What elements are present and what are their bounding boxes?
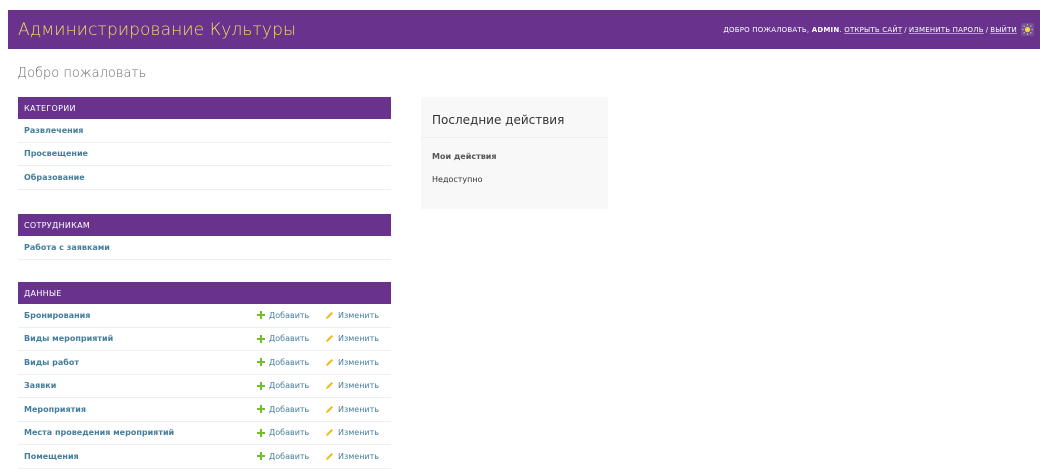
model-link[interactable]: Образование xyxy=(24,173,385,182)
module-caption[interactable]: Данные xyxy=(18,282,391,304)
table-row: Просвещение xyxy=(18,143,391,166)
table-row: Виды мероприятий Добавить Изменить xyxy=(18,328,391,351)
add-label: Добавить xyxy=(269,310,310,320)
plus-icon xyxy=(257,381,265,390)
change-label: Изменить xyxy=(338,357,379,367)
table-row: Виды работ Добавить Изменить xyxy=(18,351,391,375)
change-link[interactable]: Изменить xyxy=(325,405,385,414)
add-label: Добавить xyxy=(269,357,310,367)
module-caption[interactable]: Категории xyxy=(18,97,391,119)
change-label: Изменить xyxy=(338,310,379,320)
model-link[interactable]: Развлечения xyxy=(24,126,385,135)
add-label: Добавить xyxy=(269,381,310,391)
logout-link[interactable]: Выйти xyxy=(990,26,1017,34)
model-link[interactable]: Работа с заявками xyxy=(24,243,385,252)
change-label: Изменить xyxy=(338,381,379,391)
plus-icon xyxy=(257,358,265,367)
welcome-text: Добро пожаловать, xyxy=(723,25,810,34)
pencil-icon xyxy=(326,311,333,319)
table-row: Помещения Добавить Изменить xyxy=(18,445,391,469)
plus-icon xyxy=(257,428,265,437)
table-row: Бронирования Добавить Изменить xyxy=(18,304,391,328)
pencil-icon xyxy=(326,358,333,366)
add-label: Добавить xyxy=(269,404,310,414)
model-link[interactable]: Помещения xyxy=(24,452,257,461)
add-link[interactable]: Добавить xyxy=(257,452,325,461)
model-link[interactable]: Мероприятия xyxy=(24,405,257,414)
pencil-icon xyxy=(326,335,333,343)
pencil-icon xyxy=(326,405,333,413)
add-label: Добавить xyxy=(269,428,310,438)
table-row: Заявки Добавить Изменить xyxy=(18,375,391,398)
username: admin xyxy=(811,25,840,34)
module-caption[interactable]: Сотрудникам xyxy=(18,214,391,236)
no-actions-text: Недоступно xyxy=(432,175,483,184)
add-label: Добавить xyxy=(269,451,310,461)
module-staff: Сотрудникам Работа с заявками xyxy=(18,214,391,260)
change-link[interactable]: Изменить xyxy=(325,381,385,390)
plus-icon xyxy=(257,334,265,343)
model-link[interactable]: Места проведения мероприятий xyxy=(24,428,257,437)
table-row: Образование xyxy=(18,166,391,190)
page-title: Добро пожаловать xyxy=(17,66,147,81)
change-link[interactable]: Изменить xyxy=(325,311,385,320)
add-link[interactable]: Добавить xyxy=(257,334,325,343)
table-row: Развлечения xyxy=(18,119,391,143)
module-categories: Категории Развлечения Просвещение Образо… xyxy=(18,97,391,190)
model-link[interactable]: Виды мероприятий xyxy=(24,334,257,343)
add-link[interactable]: Добавить xyxy=(257,358,325,367)
module-data: Данные Бронирования Добавить Изменить Ви… xyxy=(18,282,391,469)
model-link[interactable]: Бронирования xyxy=(24,311,257,320)
add-label: Добавить xyxy=(269,334,310,344)
plus-icon xyxy=(257,452,265,461)
table-row: Места проведения мероприятий Добавить Из… xyxy=(18,422,391,445)
change-password-link[interactable]: Изменить пароль xyxy=(909,26,984,34)
theme-toggle-icon[interactable] xyxy=(1021,23,1034,36)
plus-icon xyxy=(257,405,265,414)
model-link[interactable]: Просвещение xyxy=(24,149,385,158)
model-link[interactable]: Заявки xyxy=(24,381,257,390)
pencil-icon xyxy=(326,382,333,390)
change-label: Изменить xyxy=(338,404,379,414)
change-link[interactable]: Изменить xyxy=(325,358,385,367)
user-tools: Добро пожаловать, admin. Открыть сайт / Из… xyxy=(723,23,1034,36)
change-label: Изменить xyxy=(338,428,379,438)
table-row: Работа с заявками xyxy=(18,236,391,260)
table-row: Мероприятия Добавить Изменить xyxy=(18,398,391,422)
header: Администрирование Культуры Добро пожалов… xyxy=(8,10,1040,49)
add-link[interactable]: Добавить xyxy=(257,311,325,320)
pencil-icon xyxy=(326,429,333,437)
change-link[interactable]: Изменить xyxy=(325,428,385,437)
add-link[interactable]: Добавить xyxy=(257,428,325,437)
add-link[interactable]: Добавить xyxy=(257,405,325,414)
site-brand[interactable]: Администрирование Культуры xyxy=(18,20,296,40)
model-link[interactable]: Виды работ xyxy=(24,358,257,367)
change-label: Изменить xyxy=(338,451,379,461)
recent-actions-title: Последние действия xyxy=(421,97,608,138)
change-label: Изменить xyxy=(338,334,379,344)
change-link[interactable]: Изменить xyxy=(325,452,385,461)
add-link[interactable]: Добавить xyxy=(257,381,325,390)
recent-actions-panel: Последние действия Мои действия Недоступ… xyxy=(421,97,608,209)
pencil-icon xyxy=(326,452,333,460)
my-actions-heading: Мои действия xyxy=(432,152,497,161)
plus-icon xyxy=(257,311,265,320)
view-site-link[interactable]: Открыть сайт xyxy=(844,26,902,34)
change-link[interactable]: Изменить xyxy=(325,334,385,343)
